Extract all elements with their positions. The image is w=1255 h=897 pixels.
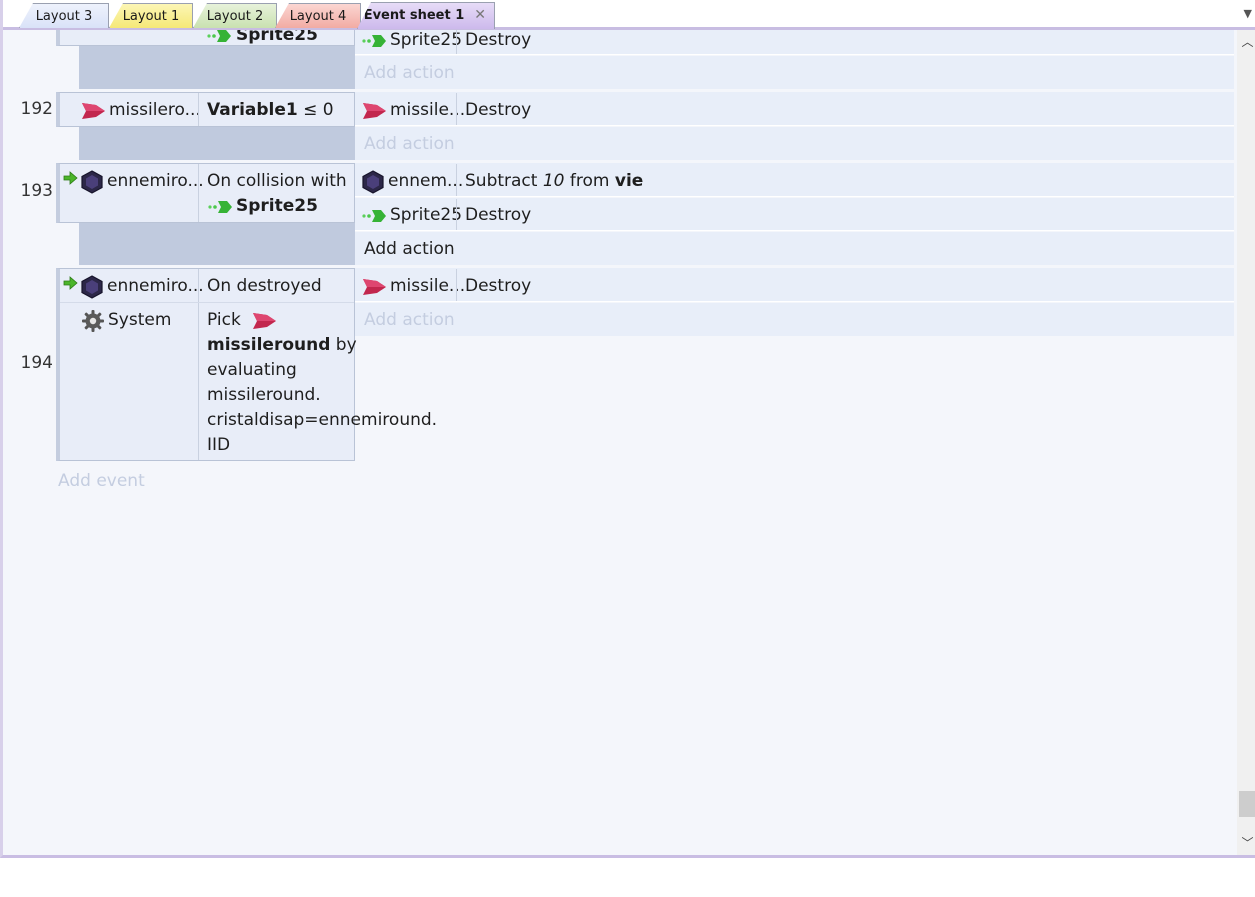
tab-layout-2[interactable]: Layout 2 bbox=[193, 3, 277, 28]
event-194-action-object: missile... bbox=[361, 274, 465, 299]
missile-sprite-icon bbox=[363, 102, 386, 119]
action-object-name: missile... bbox=[390, 100, 466, 120]
scroll-down-icon[interactable]: ﹀ bbox=[1237, 833, 1255, 853]
separator bbox=[198, 93, 199, 126]
separator bbox=[456, 93, 457, 125]
event-192-condition-object: missilero... bbox=[80, 98, 201, 123]
condition-object-name: System bbox=[108, 310, 172, 330]
event-192-action-object: missile... bbox=[361, 98, 465, 123]
green-arrow-sprite-icon bbox=[208, 200, 232, 213]
event-191-action-text: Destroy bbox=[465, 30, 532, 50]
tab-event-sheet-1[interactable]: Event sheet 1 ✕ bbox=[357, 2, 495, 29]
action-object-name: Sprite25 bbox=[390, 205, 463, 225]
action-object-name: Sprite25 bbox=[390, 30, 463, 50]
event-191-condition-filler bbox=[79, 46, 355, 89]
add-action-link[interactable]: Add action bbox=[364, 61, 455, 86]
green-arrow-sprite-icon bbox=[362, 34, 386, 47]
event-number: 192 bbox=[20, 99, 53, 119]
close-tab-icon[interactable]: ✕ bbox=[474, 3, 486, 28]
hexagon-sprite-icon bbox=[81, 274, 103, 299]
separator bbox=[456, 199, 457, 230]
action-text-part: Subtract bbox=[465, 171, 543, 191]
event-191-add-action-row[interactable] bbox=[355, 56, 1234, 89]
tab-label: Event sheet 1 bbox=[363, 8, 465, 23]
condition-object-name: missilero... bbox=[109, 100, 201, 120]
event-number: 193 bbox=[20, 181, 53, 201]
event-194-pick-line4: missileround. bbox=[207, 385, 321, 405]
scrollbar-thumb[interactable] bbox=[1239, 791, 1255, 817]
scroll-up-icon[interactable]: ︿ bbox=[1237, 32, 1255, 52]
action-object-name: ennem... bbox=[388, 171, 464, 191]
separator bbox=[456, 269, 457, 301]
event-192-condition-text: Variable1 ≤ 0 bbox=[207, 98, 334, 123]
separator bbox=[456, 164, 457, 196]
separator bbox=[456, 30, 457, 54]
event-194-pick-line2: missileround by bbox=[207, 333, 357, 358]
action-variable: vie bbox=[614, 171, 644, 191]
event-193-action-2-text: Destroy bbox=[465, 205, 532, 225]
event-193-action-1-object: ennem... bbox=[361, 169, 463, 194]
trigger-arrow-icon bbox=[63, 276, 78, 290]
event-193-condition-object: ennemiro... bbox=[80, 169, 204, 194]
hexagon-sprite-icon bbox=[81, 169, 103, 194]
condition-variable: Variable1 bbox=[207, 100, 298, 120]
add-action-link[interactable]: Add action bbox=[364, 237, 455, 262]
tab-label: Layout 3 bbox=[35, 9, 93, 24]
add-action-link[interactable]: Add action bbox=[364, 132, 455, 157]
missile-sprite-icon bbox=[82, 102, 105, 119]
event-194-action-text: Destroy bbox=[465, 276, 532, 296]
event-192-condition-filler bbox=[79, 127, 355, 160]
vertical-scrollbar[interactable]: ︿ ﹀ bbox=[1237, 30, 1255, 855]
tab-list-dropdown-icon[interactable]: ▼ bbox=[1244, 7, 1252, 20]
tab-label: Layout 2 bbox=[206, 9, 264, 24]
event-193-action-1-text: Subtract 10 from vie bbox=[465, 169, 643, 194]
tab-layout-4[interactable]: Layout 4 bbox=[275, 3, 361, 28]
add-event-link[interactable]: Add event bbox=[58, 469, 145, 494]
condition-operator: ≤ 0 bbox=[297, 100, 334, 120]
tab-layout-3[interactable]: Layout 3 bbox=[19, 3, 109, 28]
event-194-pick-line1: Pick bbox=[207, 308, 277, 333]
event-194-pick-line6: IID bbox=[207, 435, 231, 455]
event-194-condition-object: ennemiro... bbox=[80, 274, 204, 299]
condition-divider bbox=[60, 302, 354, 303]
event-194-condition-text: On destroyed bbox=[207, 276, 322, 296]
hexagon-sprite-icon bbox=[362, 169, 384, 194]
event-193-condition-target: Sprite25 bbox=[207, 194, 318, 219]
event-192-add-action-row[interactable] bbox=[355, 127, 1234, 160]
separator bbox=[198, 269, 199, 460]
separator bbox=[198, 164, 199, 222]
action-value: 10 bbox=[542, 171, 565, 191]
tab-layout-1[interactable]: Layout 1 bbox=[109, 3, 193, 28]
event-194-pick-line5: cristaldisap=ennemiround. bbox=[207, 410, 438, 430]
tab-label: Layout 4 bbox=[289, 9, 347, 24]
condition-object-name: ennemiro... bbox=[107, 276, 204, 296]
green-arrow-sprite-icon bbox=[362, 209, 386, 222]
action-object-name: missile... bbox=[390, 276, 466, 296]
missile-sprite-icon bbox=[252, 312, 276, 329]
event-sheet-editor: Layout 3 Layout 1 Layout 2 Layout 4 Even… bbox=[0, 0, 1255, 858]
tab-bar: Layout 3 Layout 1 Layout 2 Layout 4 Even… bbox=[3, 0, 1255, 30]
condition-target-name: Sprite25 bbox=[236, 196, 318, 216]
event-193-condition-line1: On collision with bbox=[207, 171, 347, 191]
event-193-action-2-object: Sprite25 bbox=[361, 203, 462, 228]
condition-object-name: ennemiro... bbox=[107, 171, 204, 191]
event-194-pick-line3: evaluating bbox=[207, 360, 297, 380]
system-gear-icon bbox=[82, 309, 104, 332]
event-194-add-action-row[interactable] bbox=[355, 303, 1234, 336]
add-action-link[interactable]: Add action bbox=[364, 308, 455, 333]
missile-sprite-icon bbox=[363, 278, 386, 295]
action-text-part: from bbox=[564, 171, 615, 191]
event-number: 194 bbox=[20, 353, 53, 373]
event-191-action-object: Sprite25 bbox=[361, 28, 462, 53]
tab-label: Layout 1 bbox=[122, 9, 180, 24]
condition-text-part: by bbox=[330, 335, 357, 355]
condition-object-ref: missileround bbox=[207, 335, 331, 355]
trigger-arrow-icon bbox=[63, 171, 78, 185]
event-192-action-text: Destroy bbox=[465, 100, 532, 120]
event-193-condition-filler bbox=[79, 223, 355, 265]
event-193-add-action-row[interactable] bbox=[355, 232, 1234, 265]
event-194-system-object: System bbox=[81, 308, 171, 333]
condition-text-part: Pick bbox=[207, 310, 241, 330]
